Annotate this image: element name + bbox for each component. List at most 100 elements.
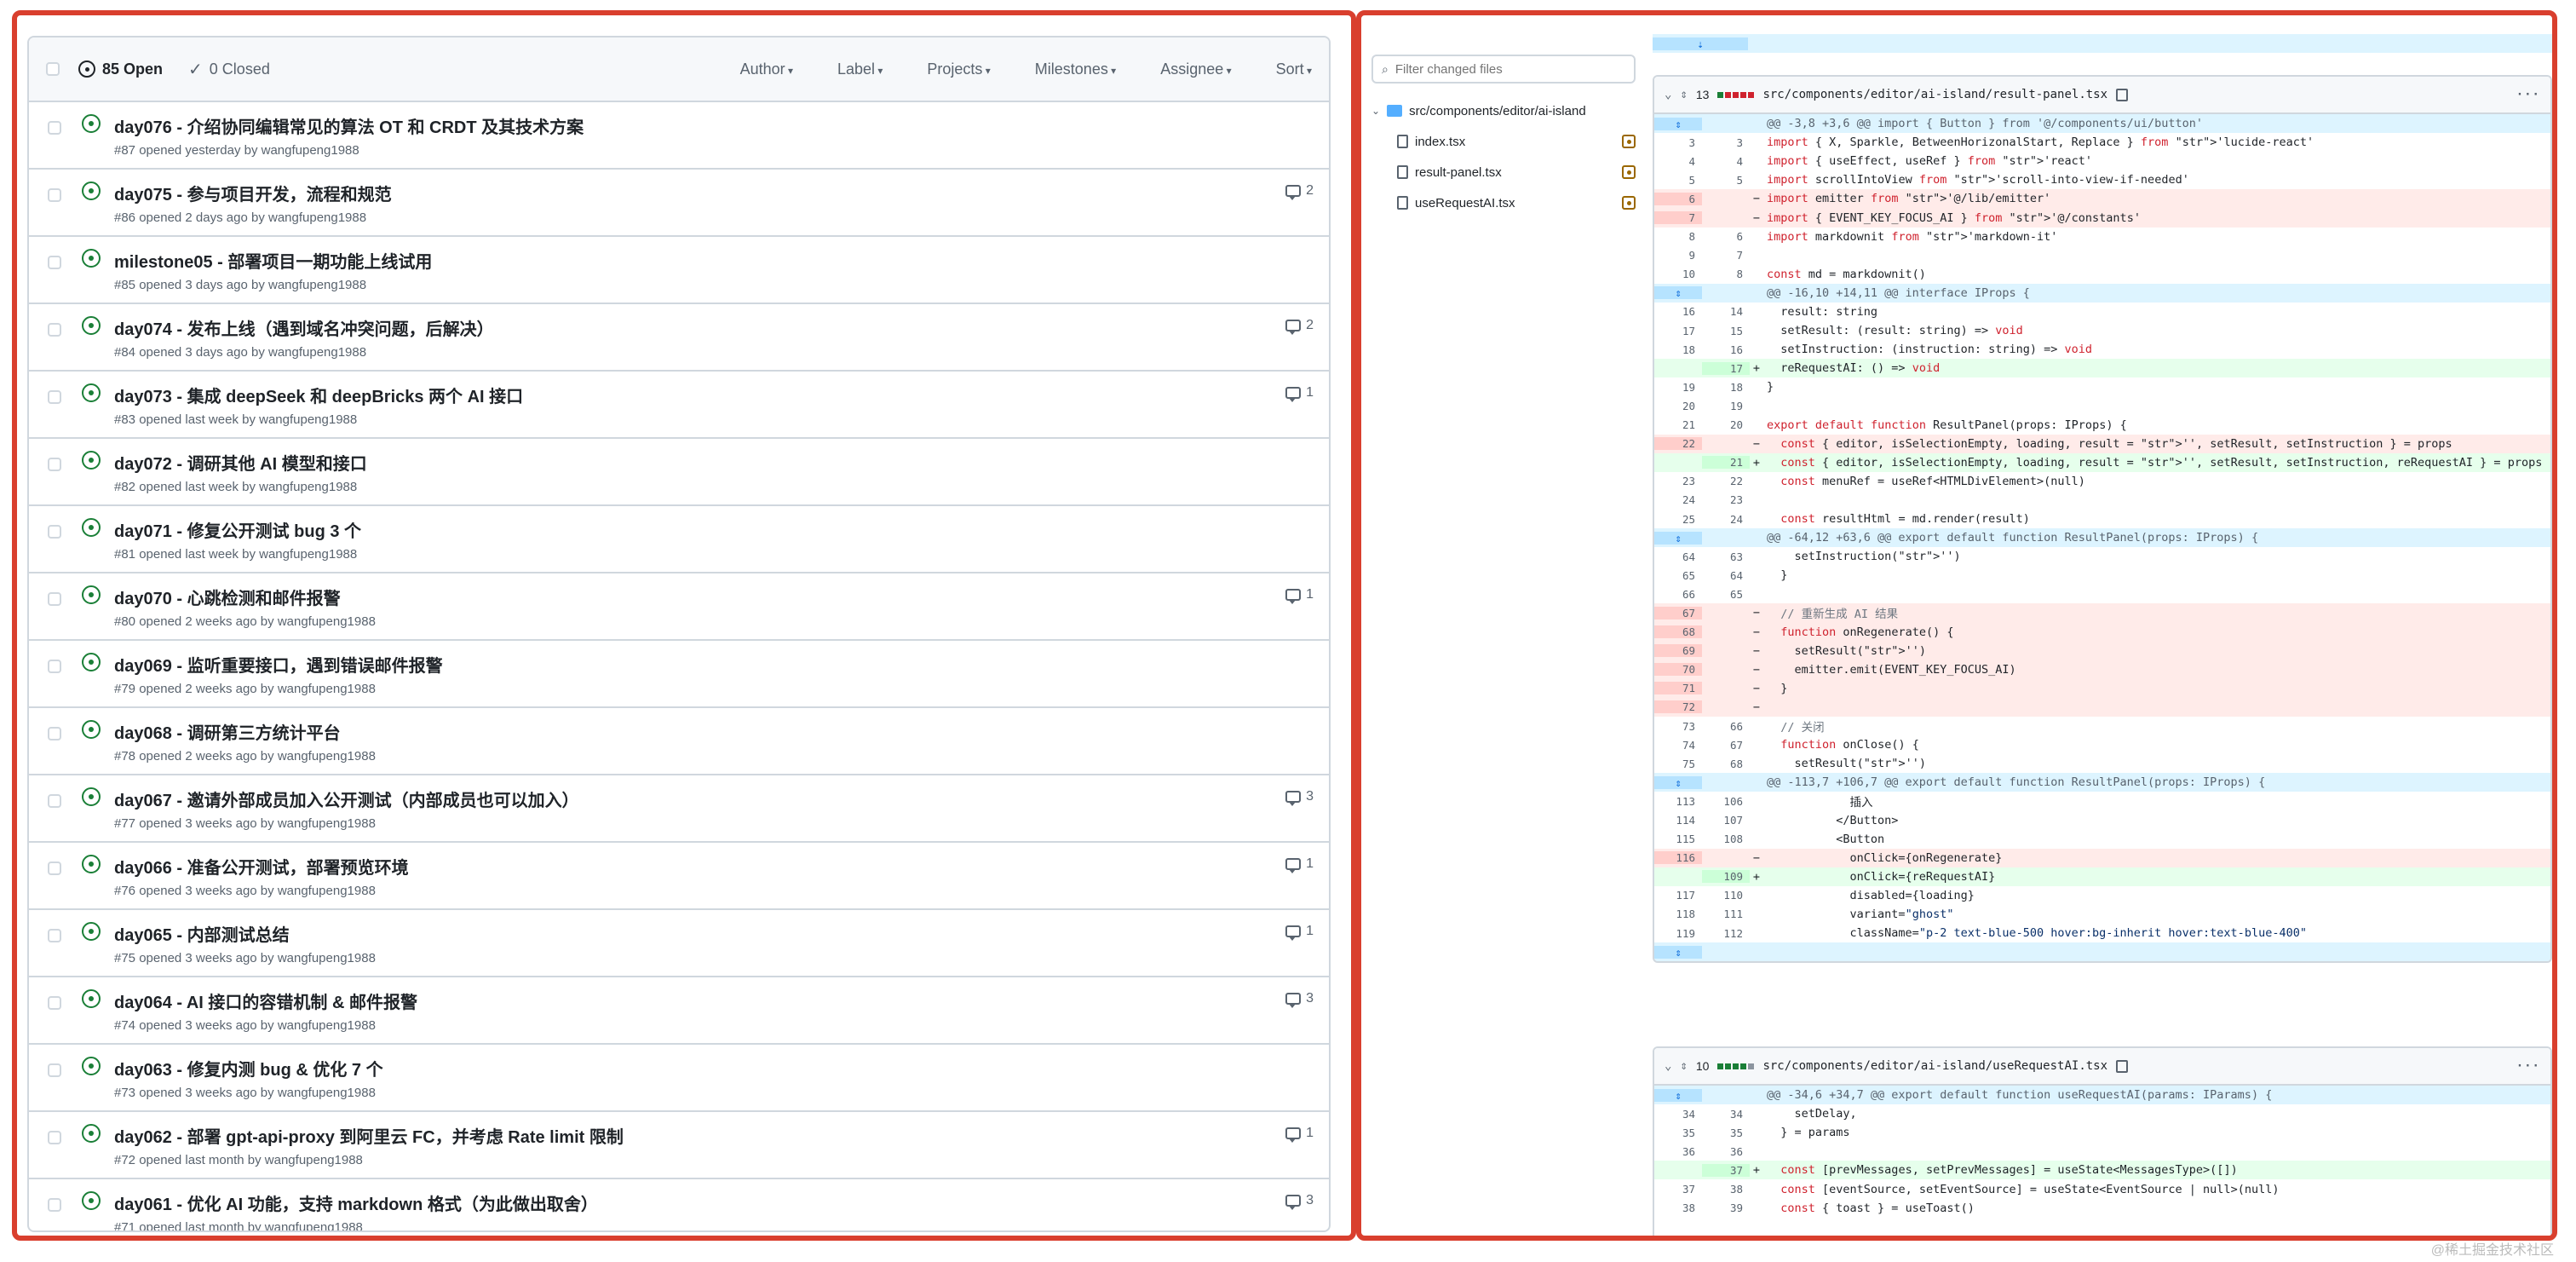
expand-icon[interactable]: ⇕ — [1654, 945, 1702, 959]
old-line-number[interactable]: 65 — [1654, 569, 1702, 582]
more-options-icon[interactable]: ··· — [2516, 88, 2540, 101]
issue-title[interactable]: day076 - 介绍协同编辑常见的算法 OT 和 CRDT 及其技术方案 — [114, 113, 584, 138]
issue-row[interactable]: day066 - 准备公开测试，部署预览环境 #76 opened 3 weeks… — [29, 843, 1329, 910]
issue-row[interactable]: day061 - 优化 AI 功能，支持 markdown 格式（为此做出取舍）… — [29, 1179, 1329, 1230]
expand-all-icon[interactable]: ⇕ — [1680, 88, 1687, 101]
old-line-number[interactable]: 117 — [1654, 889, 1702, 902]
copy-icon[interactable] — [2116, 1059, 2129, 1073]
expand-icon[interactable]: ⇕ — [1654, 531, 1702, 545]
issue-checkbox[interactable] — [48, 1063, 61, 1077]
old-line-number[interactable]: 38 — [1654, 1201, 1702, 1214]
new-line-number[interactable]: 63 — [1702, 550, 1750, 563]
issue-row[interactable]: day068 - 调研第三方统计平台 #78 opened 2 weeks ago… — [29, 708, 1329, 775]
issue-checkbox[interactable] — [48, 323, 61, 337]
comment-count[interactable]: 1 — [1285, 385, 1314, 402]
select-all-checkbox[interactable] — [46, 62, 60, 76]
new-line-number[interactable]: 19 — [1702, 400, 1750, 412]
old-line-number[interactable]: 34 — [1654, 1108, 1702, 1121]
issue-row[interactable]: day069 - 监听重要接口，遇到错误邮件报警 #79 opened 2 wee… — [29, 641, 1329, 708]
new-line-number[interactable]: 35 — [1702, 1127, 1750, 1139]
new-line-number[interactable]: 67 — [1702, 739, 1750, 752]
old-line-number[interactable]: 64 — [1654, 550, 1702, 563]
collapse-chevron-icon[interactable]: ⌄ — [1665, 88, 1671, 101]
new-line-number[interactable]: 4 — [1702, 155, 1750, 168]
issue-checkbox[interactable] — [48, 929, 61, 942]
old-line-number[interactable]: 25 — [1654, 513, 1702, 526]
new-line-number[interactable]: 14 — [1702, 305, 1750, 318]
issue-checkbox[interactable] — [48, 458, 61, 471]
comment-count[interactable]: 1 — [1285, 1126, 1314, 1143]
new-line-number[interactable]: 66 — [1702, 720, 1750, 733]
issue-title[interactable]: day068 - 调研第三方统计平台 — [114, 719, 341, 744]
old-line-number[interactable]: 72 — [1654, 700, 1702, 714]
issue-title[interactable]: day065 - 内部测试总结 — [114, 921, 290, 946]
new-line-number[interactable]: 15 — [1702, 325, 1750, 337]
new-line-number[interactable]: 6 — [1702, 230, 1750, 243]
issue-title[interactable]: day064 - AI 接口的容错机制 & 邮件报警 — [114, 988, 417, 1013]
old-line-number[interactable]: 22 — [1654, 437, 1702, 451]
issue-row[interactable]: milestone05 - 部署项目一期功能上线试用 #85 opened 3 d… — [29, 237, 1329, 304]
projects-filter[interactable]: Projects — [927, 61, 990, 78]
issue-checkbox[interactable] — [48, 592, 61, 606]
new-line-number[interactable]: 23 — [1702, 493, 1750, 506]
hunk-header[interactable]: ⇕ @@ -64,12 +63,6 @@ export default funct… — [1654, 528, 2550, 548]
expand-all-icon[interactable]: ⇕ — [1680, 1059, 1687, 1073]
new-line-number[interactable]: 110 — [1702, 889, 1750, 902]
old-line-number[interactable]: 35 — [1654, 1127, 1702, 1139]
file-node-userequestai[interactable]: useRequestAI.tsx — [1371, 187, 1644, 218]
old-line-number[interactable]: 23 — [1654, 475, 1702, 487]
new-line-number[interactable]: 111 — [1702, 908, 1750, 920]
new-line-number[interactable]: 34 — [1702, 1108, 1750, 1121]
new-line-number[interactable]: 7 — [1702, 249, 1750, 262]
new-line-number[interactable]: 21 — [1702, 456, 1750, 470]
new-line-number[interactable]: 18 — [1702, 381, 1750, 394]
issue-checkbox[interactable] — [48, 794, 61, 808]
old-line-number[interactable]: 9 — [1654, 249, 1702, 262]
issue-row[interactable]: day065 - 内部测试总结 #75 opened 3 weeks ago by… — [29, 910, 1329, 977]
issue-title[interactable]: milestone05 - 部署项目一期功能上线试用 — [114, 248, 432, 273]
filter-files[interactable]: ⌕ — [1371, 55, 1636, 84]
new-line-number[interactable]: 36 — [1702, 1145, 1750, 1158]
new-line-number[interactable]: 108 — [1702, 833, 1750, 845]
old-line-number[interactable]: 114 — [1654, 814, 1702, 827]
comment-count[interactable]: 2 — [1285, 318, 1314, 335]
old-line-number[interactable]: 70 — [1654, 663, 1702, 677]
comment-count[interactable]: 1 — [1285, 587, 1314, 604]
old-line-number[interactable]: 4 — [1654, 155, 1702, 168]
issue-row[interactable]: day073 - 集成 deepSeek 和 deepBricks 两个 AI … — [29, 372, 1329, 439]
old-line-number[interactable]: 3 — [1654, 136, 1702, 149]
old-line-number[interactable]: 17 — [1654, 325, 1702, 337]
hunk-header[interactable]: ⇕ @@ -113,7 +106,7 @@ export default func… — [1654, 773, 2550, 792]
new-line-number[interactable]: 112 — [1702, 927, 1750, 940]
new-line-number[interactable]: 8 — [1702, 268, 1750, 280]
old-line-number[interactable]: 37 — [1654, 1183, 1702, 1196]
old-line-number[interactable]: 67 — [1654, 606, 1702, 619]
issue-title[interactable]: day063 - 修复内测 bug & 优化 7 个 — [114, 1056, 383, 1080]
issue-checkbox[interactable] — [48, 660, 61, 673]
expand-icon[interactable]: ⇕ — [1654, 117, 1702, 130]
more-options-icon[interactable]: ··· — [2516, 1059, 2540, 1073]
old-line-number[interactable]: 6 — [1654, 192, 1702, 205]
new-line-number[interactable]: 20 — [1702, 418, 1750, 431]
expand-icon[interactable]: ⇕ — [1654, 1088, 1702, 1102]
comment-count[interactable]: 3 — [1285, 1193, 1314, 1210]
issue-row[interactable]: day067 - 邀请外部成员加入公开测试（内部成员也可以加入） #77 open… — [29, 775, 1329, 843]
old-line-number[interactable]: 74 — [1654, 739, 1702, 752]
issue-checkbox[interactable] — [48, 390, 61, 404]
copy-icon[interactable] — [2116, 88, 2129, 101]
hunk-header[interactable]: ⇕ @@ -16,10 +14,11 @@ interface IProps { — [1654, 283, 2550, 303]
old-line-number[interactable]: 71 — [1654, 682, 1702, 695]
issue-title[interactable]: day071 - 修复公开测试 bug 3 个 — [114, 517, 361, 542]
old-line-number[interactable]: 118 — [1654, 908, 1702, 920]
author-filter[interactable]: Author — [740, 61, 793, 78]
issue-checkbox[interactable] — [48, 121, 61, 135]
sort-filter[interactable]: Sort — [1276, 61, 1312, 78]
new-line-number[interactable]: 39 — [1702, 1201, 1750, 1214]
issue-row[interactable]: day072 - 调研其他 AI 模型和接口 #82 opened last we… — [29, 439, 1329, 506]
expand-up-row[interactable]: ⇣ — [1653, 34, 2552, 54]
issue-title[interactable]: day074 - 发布上线（遇到域名冲突问题，后解决） — [114, 315, 494, 340]
new-line-number[interactable]: 37 — [1702, 1163, 1750, 1177]
folder-node[interactable]: ⌄ src/components/editor/ai-island — [1371, 95, 1644, 126]
new-line-number[interactable]: 107 — [1702, 814, 1750, 827]
new-line-number[interactable]: 17 — [1702, 361, 1750, 375]
